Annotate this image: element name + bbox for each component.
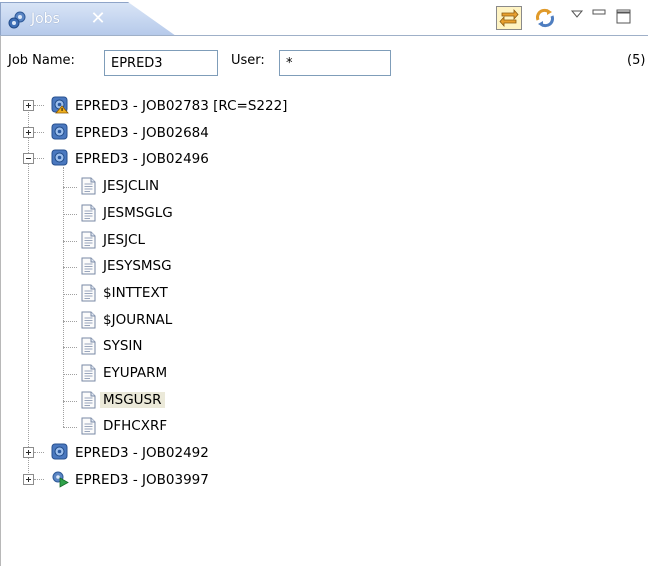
job-name-label: Job Name: — [8, 53, 75, 68]
maximize-icon[interactable] — [614, 6, 640, 30]
tree-connector — [34, 105, 44, 106]
expand-toggle-icon[interactable] — [23, 100, 34, 111]
spool-file-icon — [81, 284, 96, 302]
spool-file-icon — [81, 311, 96, 329]
spool-file-label: JESJCLIN — [103, 178, 160, 195]
spool-file-icon — [81, 417, 96, 435]
job-label: EPRED3 - JOB03997 — [75, 471, 209, 488]
tree-connector — [63, 167, 64, 428]
expand-toggle-icon[interactable] — [23, 126, 34, 138]
tree-connector — [63, 400, 77, 402]
job-running-icon — [51, 470, 69, 488]
tree-connector — [63, 267, 77, 269]
tree-connector — [34, 131, 44, 133]
spool-file-label: SYSIN — [103, 338, 143, 355]
job-label: EPRED3 - JOB02783 [RC=S222] — [75, 98, 288, 114]
spool-file-label: $JOURNAL — [103, 311, 173, 328]
job-row[interactable]: EPRED3 - JOB02496 — [0, 147, 640, 173]
expand-toggle-icon[interactable] — [23, 473, 34, 485]
job-count: (5) — [627, 53, 646, 68]
job-abend-icon — [51, 96, 69, 114]
spool-file-row[interactable]: MSGUSR — [0, 388, 640, 414]
spool-file-label: JESYSMSG — [103, 258, 172, 275]
tree-connector — [63, 320, 77, 322]
tree-connector — [34, 478, 44, 480]
jobs-view: Jobs ✕ Job Name: EPRED3 User: * (5) EPRE… — [0, 0, 648, 566]
spool-file-label: $INTTEXT — [103, 284, 168, 301]
spool-file-row[interactable]: SYSIN — [0, 334, 640, 360]
spool-file-row[interactable]: $JOURNAL — [0, 308, 640, 334]
spool-file-icon — [81, 337, 96, 355]
job-icon — [51, 443, 69, 461]
view-tab-bar: Jobs ✕ — [0, 0, 648, 36]
job-label: EPRED3 - JOB02496 — [75, 151, 209, 168]
job-label: EPRED3 - JOB02684 — [75, 124, 209, 141]
jobs-tree[interactable]: EPRED3 - JOB02783 [RC=S222] EPRED3 - JOB0… — [0, 84, 648, 566]
spool-file-row[interactable]: JESYSMSG — [0, 254, 640, 280]
job-icon — [51, 123, 69, 141]
synchronize-icon[interactable] — [532, 6, 558, 30]
expand-toggle-icon[interactable] — [23, 447, 34, 459]
job-row[interactable]: EPRED3 - JOB02492 — [0, 441, 640, 467]
job-filter-bar: Job Name: User: (5) — [0, 44, 648, 82]
job-row[interactable]: EPRED3 - JOB02783 [RC=S222] — [0, 94, 640, 120]
tree-connector — [63, 427, 77, 429]
spool-file-row[interactable]: DFHCXRF — [0, 414, 640, 440]
spool-file-icon — [81, 177, 96, 195]
spool-file-label: MSGUSR — [100, 391, 165, 408]
tree-connector — [63, 293, 77, 295]
minimize-icon[interactable] — [590, 6, 616, 30]
tree-connector — [34, 452, 44, 454]
job-name-field[interactable] — [104, 50, 218, 76]
spool-file-label: EYUPARM — [103, 365, 168, 381]
tree-connector — [63, 374, 77, 375]
job-row[interactable]: EPRED3 - JOB02684 — [0, 121, 640, 147]
spool-file-row[interactable]: JESJCLIN — [0, 174, 640, 200]
tree-connector — [63, 187, 77, 189]
close-icon[interactable]: ✕ — [86, 7, 110, 31]
spool-file-row[interactable]: JESMSGLG — [0, 201, 640, 227]
spool-file-icon — [81, 231, 96, 249]
spool-file-icon — [81, 364, 96, 382]
spool-file-row[interactable]: JESJCL — [0, 228, 640, 254]
tab-title: Jobs — [31, 11, 60, 27]
tree-connector — [34, 158, 44, 160]
jobs-icon — [8, 11, 26, 29]
spool-file-icon — [81, 257, 96, 275]
tree-connector — [63, 347, 77, 349]
spool-file-row[interactable]: EYUPARM — [0, 361, 640, 387]
collapse-toggle-icon[interactable] — [23, 153, 34, 165]
spool-file-label: JESJCL — [103, 231, 146, 248]
spool-file-row[interactable]: $INTTEXT — [0, 281, 640, 307]
tab-jobs[interactable]: Jobs ✕ — [0, 2, 176, 36]
job-label: EPRED3 - JOB02492 — [75, 445, 209, 462]
tree-connector — [63, 240, 77, 242]
spool-file-icon — [81, 391, 96, 409]
job-row[interactable]: EPRED3 - JOB03997 — [0, 468, 640, 494]
spool-file-label: DFHCXRF — [103, 418, 168, 435]
spool-file-label: JESMSGLG — [103, 204, 173, 221]
tree-connector — [63, 213, 77, 215]
user-label: User: — [231, 53, 265, 68]
user-field[interactable] — [279, 50, 391, 76]
link-with-editor-icon[interactable] — [496, 6, 522, 30]
spool-file-icon — [81, 204, 96, 222]
job-icon — [51, 149, 69, 167]
tab-bar-divider — [0, 35, 648, 36]
